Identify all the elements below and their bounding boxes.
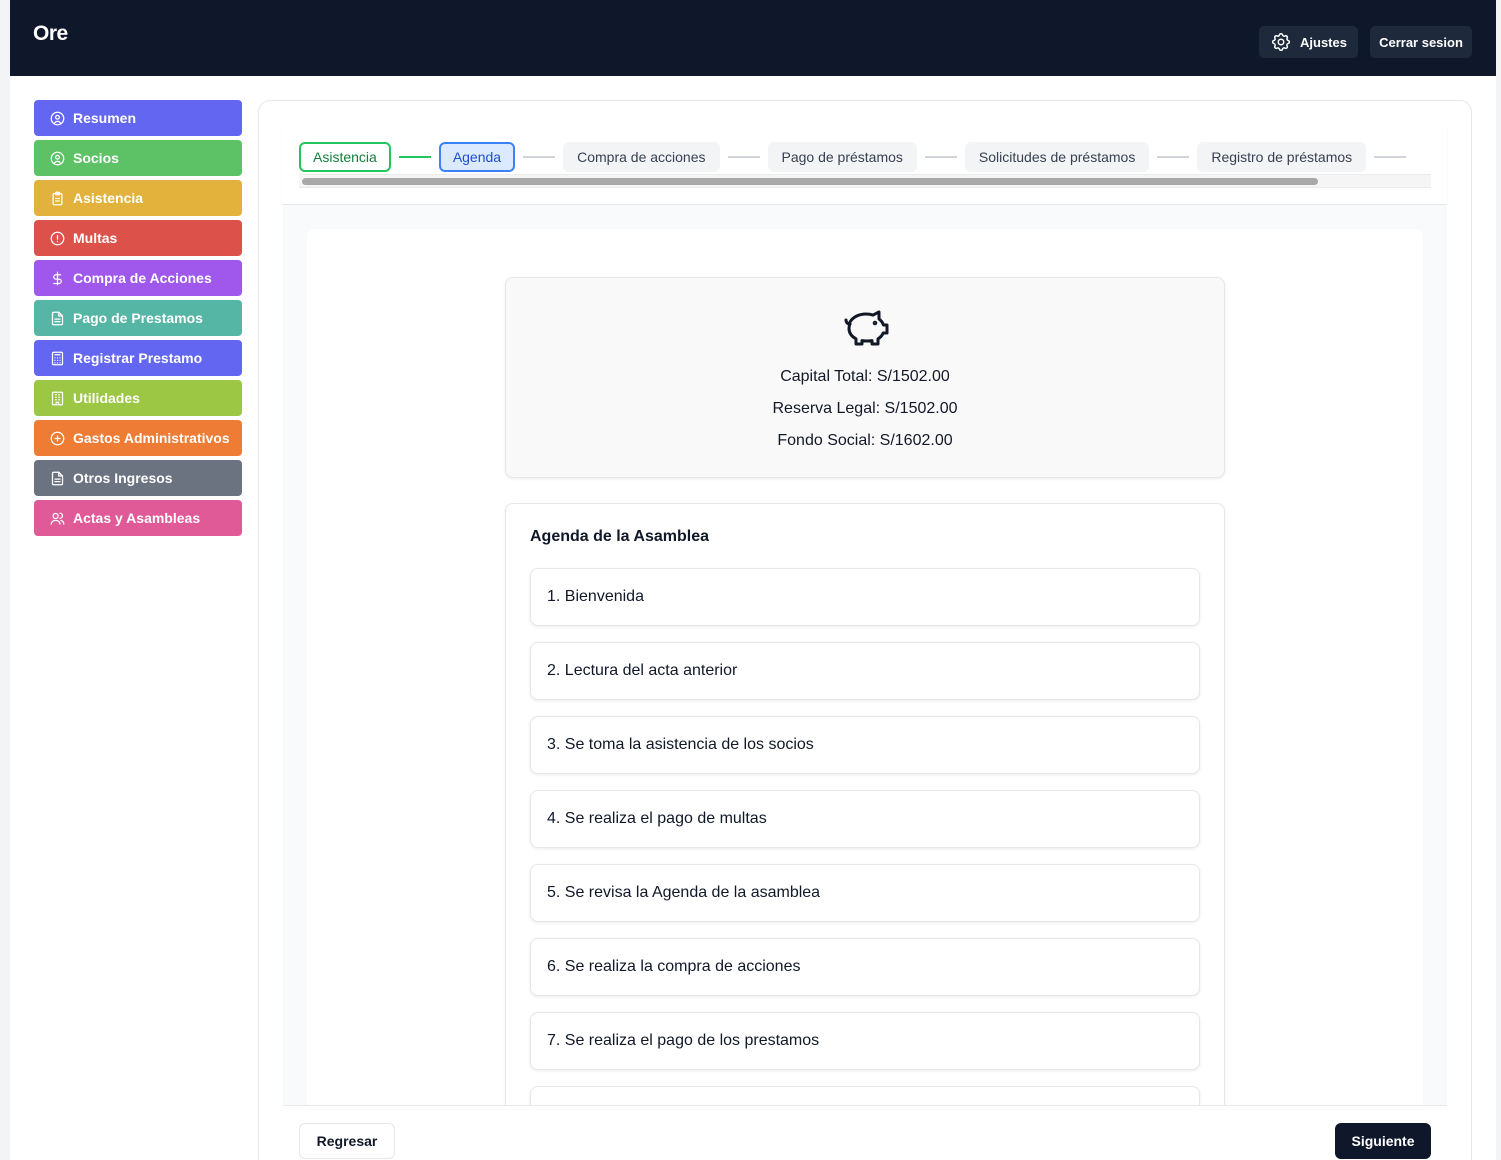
sidebar-item-label: Asistencia [73,190,144,206]
agenda-card: Agenda de la Asamblea 1. Bienvenida 2. L… [505,503,1225,1144]
agenda-item: 6. Se realiza la compra de acciones [530,938,1200,996]
settings-button[interactable]: Ajustes [1259,26,1358,58]
sidebar-item-multas[interactable]: Multas [34,220,242,256]
plus-circle-icon [50,431,65,445]
window-frame-left [0,0,10,1160]
step-compra-acciones[interactable]: Compra de acciones [563,142,720,172]
sidebar-item-resumen[interactable]: Resumen [34,100,242,136]
agenda-item: 3. Se toma la asistencia de los socios [530,716,1200,774]
settings-label: Ajustes [1300,34,1347,50]
document-icon [51,311,64,325]
reserva-legal: Reserva Legal: S/1502.00 [772,400,958,417]
step-asistencia[interactable]: Asistencia [299,142,391,172]
step-agenda[interactable]: Agenda [438,142,516,172]
sidebar-item-otros-ingresos[interactable]: Otros Ingresos [34,460,242,496]
step-connector [398,156,431,158]
fondo-social: Fondo Social: S/1602.00 [777,432,953,449]
sidebar-item-socios[interactable]: Socios [34,140,242,176]
agenda-item: 5. Se revisa la Agenda de la asamblea [530,864,1200,922]
gear-icon [1271,32,1291,52]
step-connector [523,156,556,158]
sidebar-item-label: Compra de Acciones [73,270,212,286]
sidebar-item-compra-acciones[interactable]: Compra de Acciones [34,260,242,296]
agenda-title: Agenda de la Asamblea [530,528,710,545]
wizard-footer: Regresar Siguiente [283,1105,1447,1160]
capital-total: Capital Total: S/1502.00 [780,368,950,385]
piggy-bank-icon [844,310,889,346]
dollar-icon [53,271,62,285]
sidebar-item-label: Pago de Prestamos [73,310,203,326]
capital-summary-card: Capital Total: S/1502.00 Reserva Legal: … [505,277,1225,478]
stepper: Asistencia Agenda Compra de acciones Pag… [299,141,1414,173]
calculator-icon [51,351,64,365]
step-registro-prestamos[interactable]: Registro de préstamos [1197,142,1367,172]
back-button[interactable]: Regresar [299,1123,395,1159]
next-button[interactable]: Siguiente [1335,1123,1431,1159]
users-icon [50,512,65,525]
clipboard-icon [52,191,63,205]
building-icon [51,391,64,405]
document-icon [51,471,64,485]
window-frame-right [1496,0,1501,1160]
step-connector [1374,156,1407,158]
sidebar-item-registrar-prestamo[interactable]: Registrar Prestamo [34,340,242,376]
agenda-item: 4. Se realiza el pago de multas [530,790,1200,848]
agenda-item: 2. Lectura del acta anterior [530,642,1200,700]
sidebar-item-label: Registrar Prestamo [73,350,203,366]
sidebar-item-label: Utilidades [73,390,140,406]
step-connector [924,156,957,158]
step-pago-prestamos[interactable]: Pago de préstamos [767,142,917,172]
user-circle-icon [50,151,65,165]
step-solicitudes-prestamos[interactable]: Solicitudes de préstamos [964,142,1150,172]
sidebar-item-label: Multas [73,230,118,246]
sidebar-item-label: Gastos Administrativos [73,430,230,446]
sidebar-item-label: Otros Ingresos [73,470,173,486]
horizontal-scrollbar[interactable] [299,174,1431,188]
sidebar-item-pago-prestamos[interactable]: Pago de Prestamos [34,300,242,336]
agenda-item: 1. Bienvenida [530,568,1200,626]
sidebar-item-actas-asambleas[interactable]: Actas y Asambleas [34,500,242,536]
sidebar-item-label: Socios [73,150,119,166]
sidebar-item-label: Actas y Asambleas [73,510,201,526]
sidebar-item-gastos-administrativos[interactable]: Gastos Administrativos [34,420,242,456]
step-connector [727,156,760,158]
sidebar-item-label: Resumen [73,110,137,126]
sidebar-item-asistencia[interactable]: Asistencia [34,180,242,216]
logout-button[interactable]: Cerrar sesion [1370,26,1472,58]
top-navbar: Ore Ajustes Cerrar sesion [10,0,1496,76]
brand-logo[interactable]: Ore [33,22,68,46]
step-connector [1157,156,1190,158]
alert-circle-icon [50,231,65,245]
sidebar: Resumen Socios Asistencia Multas Compra … [34,100,242,540]
scrollbar-thumb[interactable] [302,178,1318,185]
stepper-bar: Asistencia Agenda Compra de acciones Pag… [283,124,1447,205]
agenda-item: 7. Se realiza el pago de los prestamos [530,1012,1200,1070]
sidebar-item-utilidades[interactable]: Utilidades [34,380,242,416]
user-circle-icon [50,111,65,125]
